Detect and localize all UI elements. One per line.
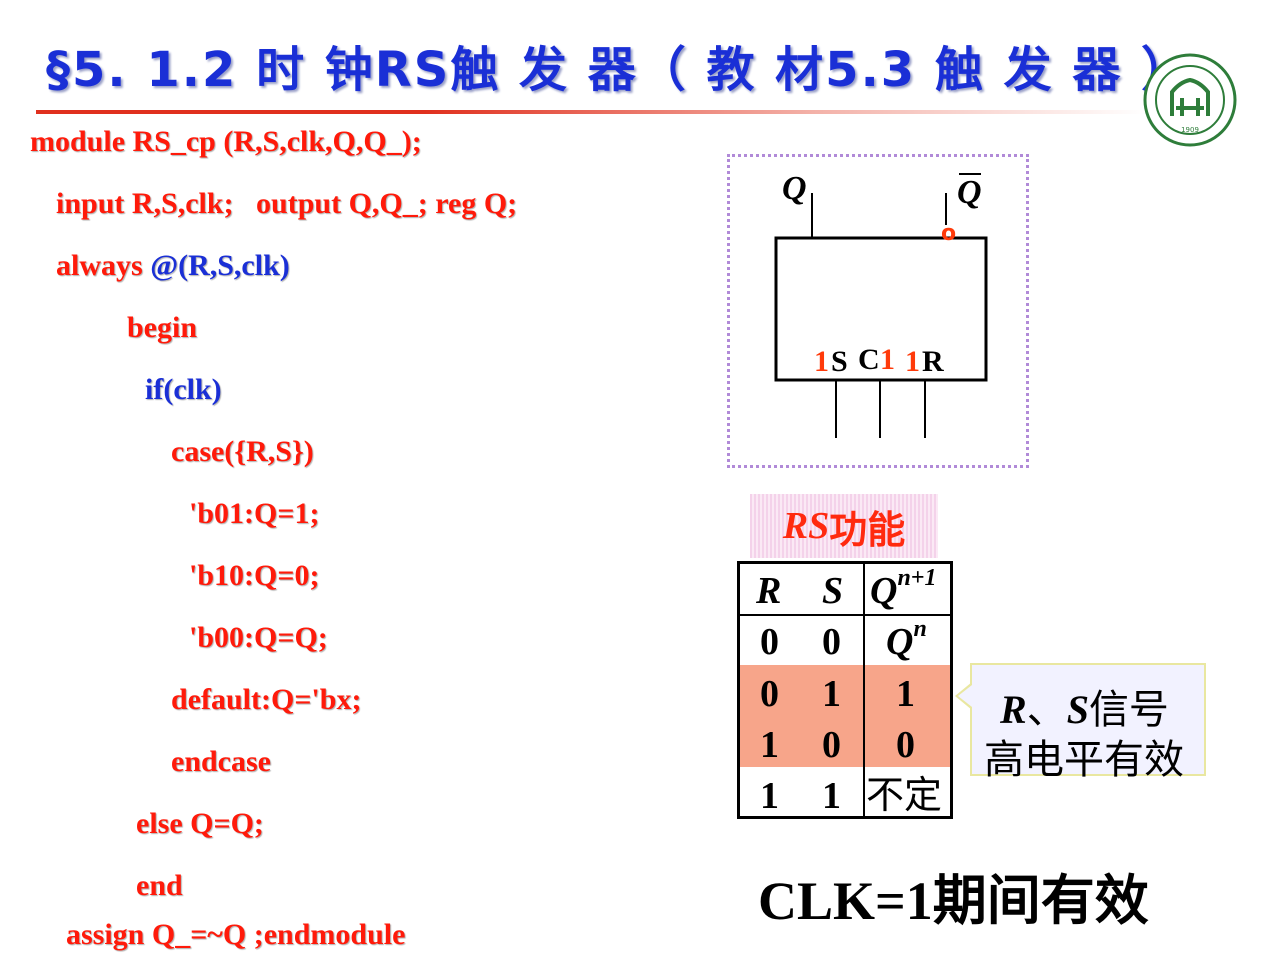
- row2-s: 1: [822, 673, 841, 715]
- page-title: §5. 1.2 时 钟RS触 发 器（ 教 材5.3 触 发 器 ）: [46, 42, 1192, 98]
- row1-q: Qn: [886, 617, 927, 663]
- title-underline: [36, 110, 1146, 114]
- code-line-endcase: endcase: [171, 745, 271, 778]
- q-label: Q: [782, 170, 807, 207]
- header-q: Q: [870, 570, 898, 612]
- header-qn1: Qn+1: [870, 566, 936, 612]
- header-r: R: [756, 570, 782, 612]
- code-line-case: case({R,S}): [171, 435, 314, 468]
- code-line-begin: begin: [127, 311, 198, 344]
- rs-function-label: RS 功能: [750, 494, 938, 558]
- c-input-name: C: [858, 343, 880, 376]
- university-logo: 1909: [1143, 53, 1237, 147]
- code-line-module: module RS_cp (R,S,clk,Q,Q_);: [30, 125, 422, 158]
- code-line-b01: 'b01:Q=1;: [189, 497, 320, 530]
- row2-q: 1: [896, 673, 915, 715]
- row1-r: 0: [760, 621, 779, 663]
- header-q-superscript: n+1: [897, 565, 937, 591]
- code-line-always: always @(R,S,clk): [56, 251, 290, 281]
- row1-s: 0: [822, 621, 841, 663]
- callout-separator: 、: [1026, 687, 1067, 732]
- r-input-name: R: [922, 345, 944, 378]
- qbar-label: Q: [957, 174, 982, 211]
- truth-table: R S Qn+1 0 0 Qn 0 1 1 1 0 0 1 1 不定: [737, 561, 953, 819]
- code-line-b10: 'b10:Q=0;: [189, 559, 320, 592]
- clk-note: CLK=1期间有效: [758, 871, 1149, 931]
- flipflop-symbol: Q Q o 1 S C 1 1 R: [774, 170, 988, 438]
- callout-s: S: [1066, 687, 1089, 732]
- c-input-number: 1: [880, 343, 895, 376]
- rs-function-text: 功能: [829, 509, 906, 552]
- rs-function-italic: RS: [782, 505, 830, 547]
- code-line-else: else Q=Q;: [136, 807, 264, 840]
- s-input-number: 1: [814, 345, 829, 378]
- row4-q: 不定: [866, 775, 943, 817]
- row2-r: 0: [760, 673, 779, 715]
- header-s: S: [822, 570, 844, 612]
- callout-r: R: [1000, 687, 1027, 732]
- code-always-keyword: always: [56, 249, 151, 282]
- code-sensitivity-list: @(R,S,clk): [150, 249, 290, 282]
- inverter-bubble: o: [941, 221, 956, 246]
- logo-year: 1909: [1181, 126, 1199, 134]
- callout-pointer-inner: [958, 685, 972, 707]
- r-input-number: 1: [905, 345, 920, 378]
- row4-r: 1: [760, 775, 779, 817]
- truth-table-divider-vertical: [863, 564, 865, 816]
- callout-box: R、S信号 高电平有效: [970, 663, 1206, 782]
- code-line-b00: 'b00:Q=Q;: [189, 621, 328, 654]
- callout-line2: 高电平有效: [984, 737, 1184, 782]
- s-input-name: S: [831, 345, 848, 378]
- row3-q: 0: [896, 724, 915, 766]
- code-line-assign: assign Q_=~Q ;endmodule: [66, 918, 406, 951]
- callout-text1: 信号: [1088, 687, 1169, 732]
- row1-q-superscript: n: [913, 616, 927, 642]
- code-line-default: default:Q='bx;: [171, 683, 362, 716]
- code-line-if: if(clk): [145, 373, 222, 406]
- flipflop-symbol-frame: Q Q o 1 S C 1 1 R: [727, 154, 1029, 468]
- code-line-io: input R,S,clk; output Q,Q_; reg Q;: [56, 187, 518, 220]
- code-line-end: end: [136, 869, 183, 902]
- row3-r: 1: [760, 724, 779, 766]
- row4-s: 1: [822, 775, 841, 817]
- row3-s: 0: [822, 724, 841, 766]
- row1-q-base: Q: [886, 621, 914, 663]
